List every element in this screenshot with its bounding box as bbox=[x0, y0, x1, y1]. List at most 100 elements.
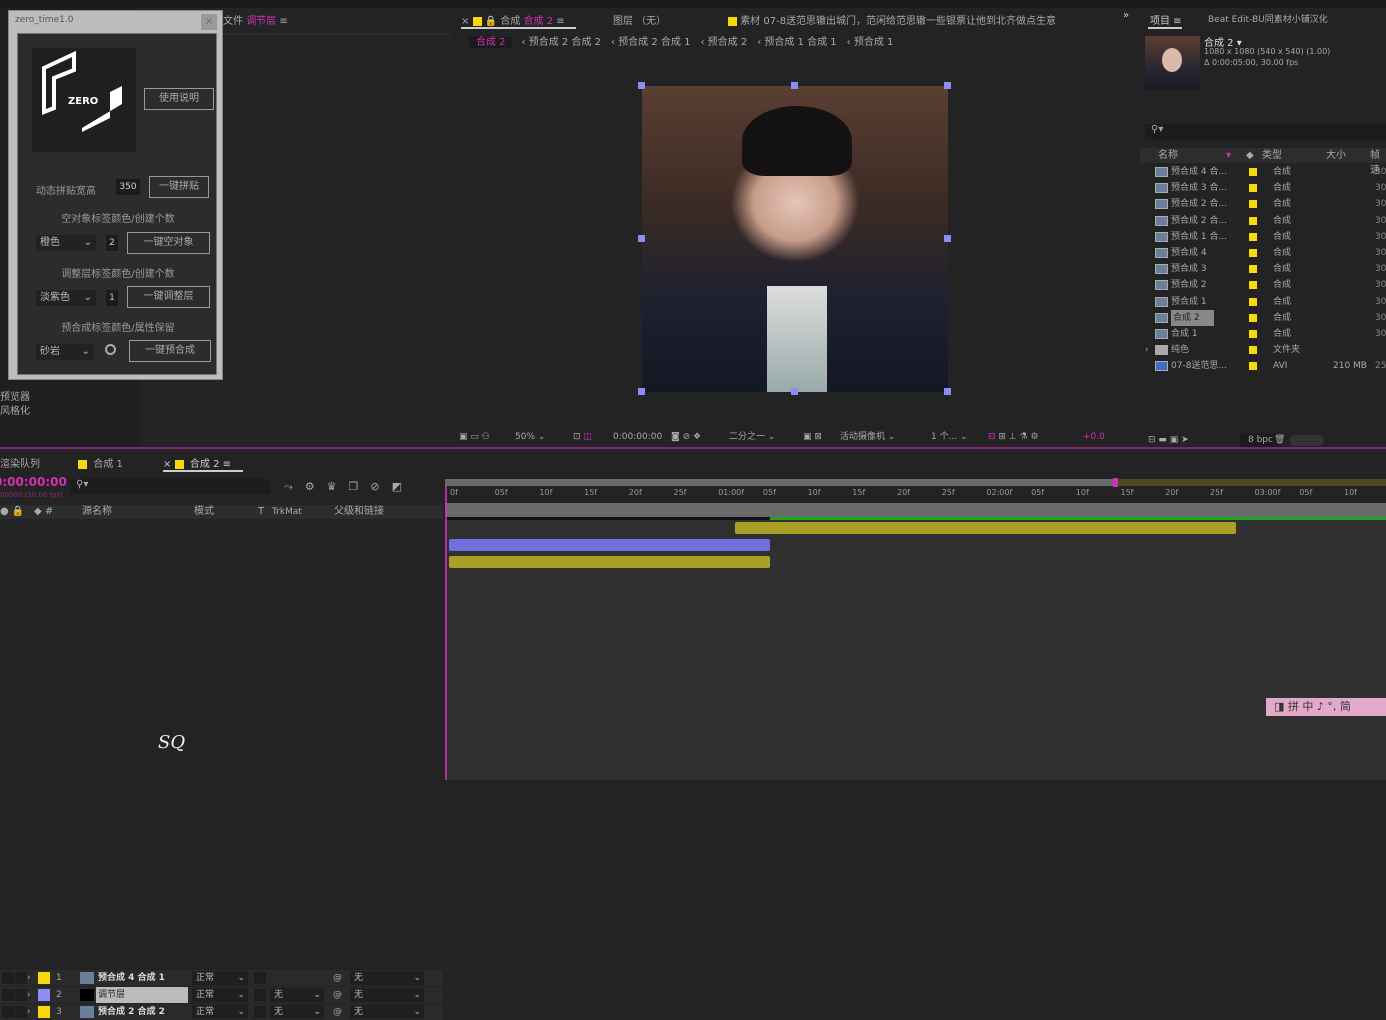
zoom-select[interactable]: 50% ⌄ bbox=[515, 428, 545, 446]
column-parent[interactable]: 父级和链接 bbox=[334, 505, 384, 519]
mode-select[interactable]: 正常 ⌄ bbox=[192, 988, 248, 1002]
tab-beat-edit[interactable]: Beat Edit-BU同素材小铺汉化 bbox=[1208, 12, 1328, 25]
column-type[interactable]: 类型 bbox=[1262, 148, 1282, 163]
expand-icon[interactable]: › bbox=[27, 1004, 31, 1020]
column-t[interactable]: T bbox=[258, 505, 264, 519]
layer-name[interactable]: 预合成 4 合成 1 bbox=[96, 970, 188, 986]
toggle-icons[interactable]: ⊟ ⊞ ⊥ ⚗ ⚙ bbox=[988, 428, 1039, 446]
tab-render-queue[interactable]: 渲染队列 bbox=[0, 455, 40, 470]
tab-footage[interactable]: 素材 07-8送范思辙出城门，范闲给范思辙一些银票让他到北齐做点生意 bbox=[728, 12, 1123, 27]
visibility-toggle[interactable] bbox=[2, 1006, 14, 1018]
expand-icon[interactable]: › bbox=[1145, 342, 1149, 358]
tab-comp-2[interactable]: × 合成 2 ≡ bbox=[163, 455, 231, 470]
timecode[interactable]: 0:00:00:00 bbox=[613, 428, 662, 446]
precompose-button[interactable]: 一键预合成 bbox=[129, 340, 211, 362]
project-item[interactable]: 预合成 4 合... 合成 30 bbox=[1145, 164, 1386, 180]
lock-toggle[interactable] bbox=[15, 972, 27, 984]
composition-frame[interactable] bbox=[638, 82, 951, 395]
layer-bar[interactable] bbox=[735, 522, 1236, 534]
project-item[interactable]: 预合成 2 合... 合成 30 bbox=[1145, 196, 1386, 212]
preserve-transparency-toggle[interactable] bbox=[254, 1006, 266, 1018]
work-area-bar[interactable] bbox=[445, 479, 1115, 486]
create-adjustment-button[interactable]: 一键调整层 bbox=[127, 286, 210, 308]
effects-item[interactable]: 风格化 bbox=[0, 402, 30, 417]
views-select[interactable]: 1 个... ⌄ bbox=[931, 428, 968, 446]
ime-toolbar[interactable]: ◨ 拼 中 ♪ °, 简 bbox=[1266, 698, 1386, 716]
project-item[interactable]: 预合成 2 合成 30 bbox=[1145, 277, 1386, 293]
snapshot-icon[interactable]: ▣ ▭ ⚇ bbox=[459, 428, 490, 446]
expand-icon[interactable]: › bbox=[27, 970, 31, 986]
project-search-input[interactable]: ⚲▾ bbox=[1145, 124, 1386, 140]
project-item[interactable]: 合成 2 合成 30 bbox=[1145, 309, 1386, 326]
null-color-select[interactable]: 橙色 ⌄ bbox=[36, 235, 96, 251]
trkmat-select[interactable]: 无 ⌄ bbox=[270, 988, 324, 1002]
project-item[interactable]: 预合成 3 合成 30 bbox=[1145, 261, 1386, 277]
layer-row[interactable]: › 2 调节层 正常 ⌄ 无 ⌄ @ 无 ⌄ bbox=[0, 987, 443, 1003]
pickwhip-icon[interactable]: @ bbox=[333, 970, 342, 986]
expand-icon[interactable]: › bbox=[27, 987, 31, 1003]
layer-name[interactable]: 预合成 2 合成 2 bbox=[96, 1004, 188, 1020]
breadcrumb-item[interactable]: 预合成 1 bbox=[854, 37, 894, 48]
layer-row[interactable]: › 3 预合成 2 合成 2 正常 ⌄ 无 ⌄ @ 无 ⌄ bbox=[0, 1004, 443, 1020]
column-name[interactable]: 名称 bbox=[1158, 148, 1178, 163]
camera-icon[interactable]: ◙ ⊘ ❖ bbox=[671, 428, 701, 446]
overflow-chevron-icon[interactable]: » bbox=[1123, 10, 1129, 21]
layer-name[interactable]: 调节层 bbox=[96, 987, 188, 1003]
visibility-toggle[interactable] bbox=[2, 972, 14, 984]
pickwhip-icon[interactable]: @ bbox=[333, 987, 342, 1003]
help-button[interactable]: 使用说明 bbox=[144, 88, 214, 110]
label-color[interactable] bbox=[38, 989, 50, 1001]
interpret-footage-icon[interactable]: ⊟ ▬ ▣ ➤ bbox=[1148, 433, 1189, 448]
parent-select[interactable]: 无 ⌄ bbox=[350, 1005, 424, 1019]
project-item[interactable]: › 纯色 文件夹 bbox=[1145, 342, 1386, 358]
project-item[interactable]: 预合成 3 合... 合成 30 bbox=[1145, 180, 1386, 196]
breadcrumb-item[interactable]: 预合成 2 合成 2 bbox=[529, 37, 601, 48]
effects-item[interactable]: 预览器 bbox=[0, 388, 30, 403]
breadcrumb-item[interactable]: 预合成 2 合成 1 bbox=[618, 37, 690, 48]
project-item[interactable]: 预合成 1 合成 30 bbox=[1145, 294, 1386, 310]
label-color[interactable] bbox=[38, 972, 50, 984]
mode-select[interactable]: 正常 ⌄ bbox=[192, 1005, 248, 1019]
layer-bar[interactable] bbox=[449, 556, 770, 568]
column-trkmat[interactable]: TrkMat bbox=[272, 505, 302, 519]
tab-composition[interactable]: × 🔒 合成 合成 2 ≡ bbox=[461, 12, 565, 27]
column-source-name[interactable]: 源名称 bbox=[82, 505, 112, 519]
project-item[interactable]: 预合成 4 合成 30 bbox=[1145, 245, 1386, 261]
column-size[interactable]: 大小 bbox=[1326, 148, 1346, 163]
layer-bar[interactable] bbox=[449, 539, 770, 551]
playhead[interactable] bbox=[445, 486, 447, 780]
tab-project[interactable]: 项目 ≡ bbox=[1150, 12, 1182, 27]
timeline-switch-icons[interactable]: ⤳⚙♛❐⊘◩ bbox=[284, 480, 414, 494]
thumbnail-slider[interactable] bbox=[1290, 435, 1324, 446]
current-timecode[interactable]: 0:00:00:00 bbox=[0, 475, 67, 489]
column-mode[interactable]: 模式 bbox=[194, 505, 214, 519]
keep-attributes-radio[interactable] bbox=[105, 344, 116, 355]
tab-comp-1[interactable]: 合成 1 bbox=[78, 455, 123, 470]
parent-select[interactable]: 无 ⌄ bbox=[350, 988, 424, 1002]
visibility-toggle[interactable] bbox=[2, 989, 14, 1001]
layer-search-input[interactable]: ⚲▾ bbox=[70, 479, 270, 494]
trkmat-select[interactable]: 无 ⌄ bbox=[270, 1005, 324, 1019]
work-area-end-handle[interactable] bbox=[1113, 478, 1118, 487]
region-icon[interactable]: ⊡ ◫ bbox=[573, 428, 592, 446]
preserve-transparency-toggle[interactable] bbox=[254, 989, 266, 1001]
pickwhip-icon[interactable]: @ bbox=[333, 1004, 342, 1020]
null-count-input[interactable]: 2 bbox=[106, 235, 118, 251]
preserve-transparency-toggle[interactable] bbox=[254, 972, 266, 984]
mode-select[interactable]: 正常 ⌄ bbox=[192, 971, 248, 985]
breadcrumb-item[interactable]: 预合成 2 bbox=[708, 37, 748, 48]
precomp-color-select[interactable]: 砂岩 ⌄ bbox=[36, 344, 94, 360]
layer-row[interactable]: › 1 预合成 4 合成 1 正常 ⌄ @ 无 ⌄ bbox=[0, 970, 443, 986]
parent-select[interactable]: 无 ⌄ bbox=[350, 971, 424, 985]
lock-toggle[interactable] bbox=[15, 989, 27, 1001]
project-item[interactable]: 合成 1 合成 30 bbox=[1145, 326, 1386, 342]
adj-count-input[interactable]: 1 bbox=[106, 290, 118, 306]
project-item[interactable]: 预合成 1 合... 合成 30 bbox=[1145, 229, 1386, 245]
label-color[interactable] bbox=[38, 1006, 50, 1018]
camera-select[interactable]: 活动摄像机 ⌄ bbox=[840, 428, 895, 446]
paste-size-input[interactable]: 350 bbox=[116, 179, 140, 195]
lock-toggle[interactable] bbox=[15, 1006, 27, 1018]
project-item[interactable]: 预合成 2 合... 合成 30 bbox=[1145, 213, 1386, 229]
adj-color-select[interactable]: 淡紫色 ⌄ bbox=[36, 290, 96, 306]
project-item[interactable]: 07-8送范思... AVI 210 MB 25 bbox=[1145, 358, 1386, 374]
